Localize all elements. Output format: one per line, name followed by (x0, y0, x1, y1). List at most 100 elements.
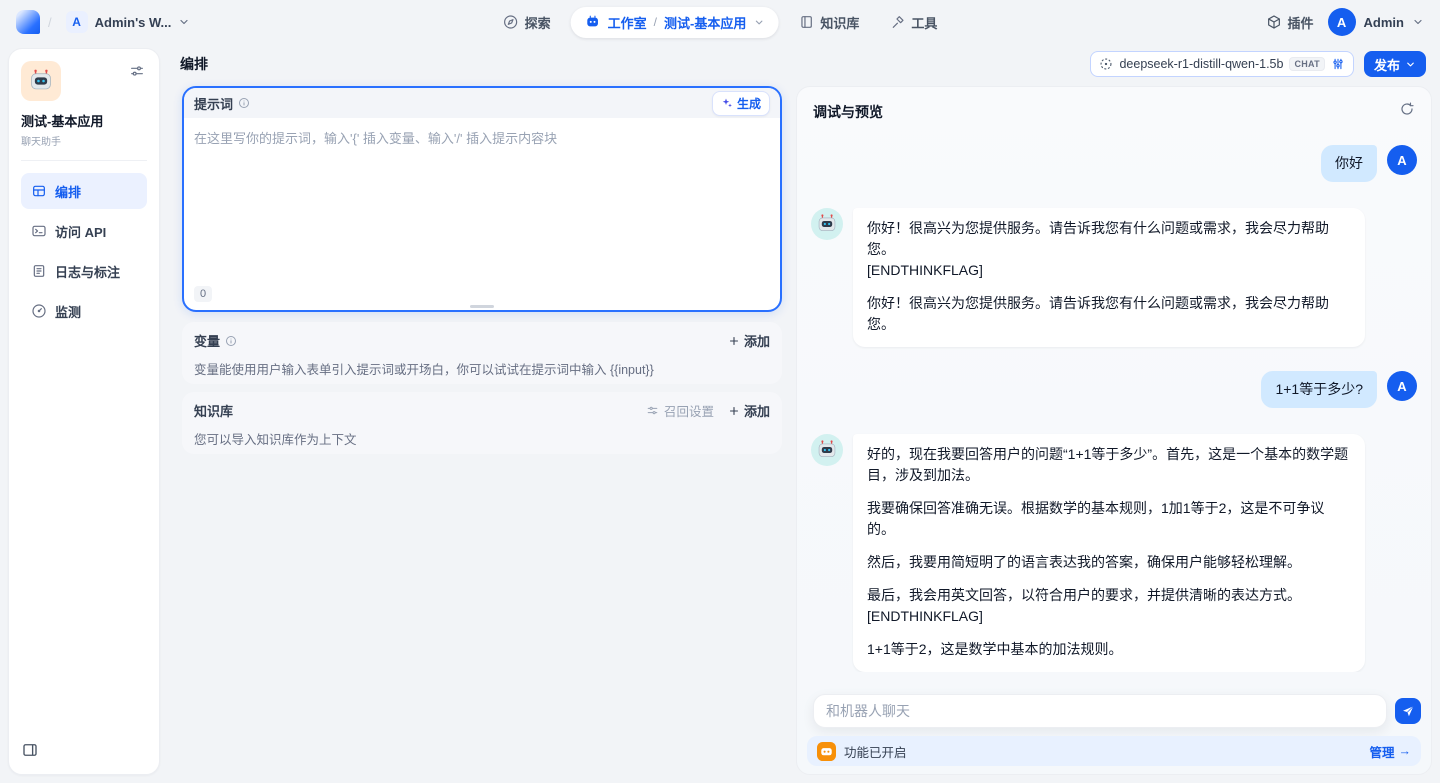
user-name: Admin (1364, 15, 1404, 30)
sidebar-item-monitoring[interactable]: 监测 (21, 293, 147, 329)
nav-item-tools[interactable]: 工具 (879, 7, 947, 38)
nav-current-app-label: 测试-基本应用 (664, 13, 746, 32)
sidebar-item-label: 日志与标注 (55, 262, 120, 281)
user-avatar: A (1387, 145, 1417, 175)
generate-label: 生成 (737, 95, 761, 112)
variables-actions: 添加 (728, 331, 770, 350)
dify-logo[interactable] (16, 10, 40, 34)
chat-input[interactable] (813, 694, 1387, 728)
manage-features-link[interactable]: 管理 → (1369, 742, 1411, 761)
sidebar-item-api[interactable]: 访问 API (21, 213, 147, 249)
nav-item-studio-active[interactable]: 工作室 / 测试-基本应用 (571, 7, 779, 38)
add-knowledge-label: 添加 (744, 401, 770, 420)
collapse-sidebar-button[interactable] (21, 741, 39, 764)
explore-compass-icon (503, 14, 519, 30)
debug-preview-panel: 调试与预览 你好 A 你好！很高兴为您提供服务。请告诉我您有什么问题或需求，我会… (796, 86, 1432, 775)
recall-settings-button[interactable]: 召回设置 (646, 401, 714, 420)
knowledge-section: 知识库 召回设置 添加 您可以导入知识库作为上下文 (182, 392, 782, 454)
debug-header: 调试与预览 (797, 87, 1431, 128)
account-menu[interactable]: A Admin (1328, 8, 1424, 36)
nav-item-knowledge[interactable]: 知识库 (788, 7, 869, 38)
variables-section: 变量 添加 变量能使用用户输入表单引入提示词或开场白，你可以试试在提示词中输入 … (182, 322, 782, 384)
send-button[interactable] (1395, 698, 1421, 724)
robot-face-icon (816, 439, 838, 461)
main-navigation: 探索 工作室 / 测试-基本应用 知识库 工具 (493, 0, 948, 44)
topbar-right: 插件 A Admin (1266, 8, 1424, 36)
book-icon (798, 14, 814, 30)
top-navbar: / A Admin's W... 探索 工作室 / 测试-基本应用 知识库 (0, 0, 1440, 44)
sidebar-item-label: 编排 (55, 182, 81, 201)
prompt-panel: 提示词 生成 0 (182, 86, 782, 312)
prompt-panel-header: 提示词 生成 (184, 88, 780, 118)
chevron-down-icon[interactable] (753, 17, 764, 28)
model-selector[interactable]: deepseek-r1-distill-qwen-1.5b CHAT (1090, 51, 1354, 77)
add-variable-label: 添加 (744, 331, 770, 350)
resize-drag-handle[interactable] (470, 305, 494, 308)
sidebar-item-logs[interactable]: 日志与标注 (21, 253, 147, 289)
nav-knowledge-label: 知识库 (820, 13, 859, 32)
app-page: / A Admin's W... 探索 工作室 / 测试-基本应用 知识库 (0, 0, 1440, 783)
bot-avatar (811, 208, 843, 240)
bot-avatar (811, 434, 843, 466)
refresh-icon (1399, 101, 1415, 117)
nav-item-explore[interactable]: 探索 (493, 7, 561, 38)
app-subtitle: 聊天助手 (21, 133, 147, 148)
sidebar-item-label: 监测 (55, 302, 81, 321)
log-document-icon (31, 263, 47, 279)
assistant-paragraph: 你好！很高兴为您提供服务。请告诉我您有什么问题或需求，我会尽力帮助您。 [END… (867, 218, 1351, 281)
sidebar-divider (21, 160, 147, 161)
sidebar-item-label: 访问 API (55, 222, 106, 241)
generate-button[interactable]: 生成 (712, 91, 770, 116)
robot-face-icon (816, 213, 838, 235)
sidebar-item-orchestrate[interactable]: 编排 (21, 173, 147, 209)
variables-header: 变量 添加 (194, 331, 770, 350)
assistant-message-bubble: 好的，现在我要回答用户的问题“1+1等于多少”。首先，这是一个基本的数学题目，涉… (853, 434, 1365, 672)
header-actions: deepseek-r1-distill-qwen-1.5b CHAT 发布 (1090, 51, 1426, 77)
app-robot-icon[interactable] (21, 61, 61, 101)
knowledge-description: 您可以导入知识库作为上下文 (194, 429, 770, 448)
app-sidebar: 测试-基本应用 聊天助手 编排 访问 API 日志与标注 监测 (8, 48, 160, 775)
plugins-button[interactable]: 插件 (1266, 13, 1314, 32)
breadcrumb-separator: / (48, 15, 52, 30)
knowledge-header: 知识库 召回设置 添加 (194, 401, 770, 420)
workspace-selector[interactable]: A Admin's W... (60, 7, 197, 37)
user-avatar: A (1328, 8, 1356, 36)
add-knowledge-button[interactable]: 添加 (728, 401, 770, 420)
orchestrate-header: 编排 deepseek-r1-distill-qwen-1.5b CHAT 发布 (176, 50, 1426, 78)
assistant-paragraph: 然后，我要用简短明了的语言表达我的答案，确保用户能够轻松理解。 (867, 552, 1351, 573)
debug-title: 调试与预览 (813, 102, 883, 122)
info-icon (225, 335, 237, 347)
nav-tools-label: 工具 (911, 13, 937, 32)
publish-button[interactable]: 发布 (1364, 51, 1426, 77)
user-avatar: A (1387, 371, 1417, 401)
model-tune-icon[interactable] (1331, 57, 1345, 71)
chevron-down-icon (178, 16, 190, 28)
publish-label: 发布 (1374, 55, 1400, 74)
nav-studio-label: 工作室 (608, 13, 647, 32)
prompt-char-counter: 0 (194, 286, 212, 302)
layout-grid-icon (31, 183, 47, 199)
add-variable-button[interactable]: 添加 (728, 331, 770, 350)
model-icon (1099, 57, 1113, 71)
chat-message-assistant: 你好！很高兴为您提供服务。请告诉我您有什么问题或需求，我会尽力帮助您。 [END… (811, 208, 1417, 347)
chat-message-list: 你好 A 你好！很高兴为您提供服务。请告诉我您有什么问题或需求，我会尽力帮助您。… (797, 131, 1431, 672)
assistant-paragraph: 好的，现在我要回答用户的问题“1+1等于多少”。首先，这是一个基本的数学题目，涉… (867, 444, 1351, 486)
nav-explore-label: 探索 (525, 13, 551, 32)
hammer-tool-icon (889, 14, 905, 30)
recall-settings-label: 召回设置 (664, 401, 714, 420)
chevron-down-icon (1412, 16, 1424, 28)
restart-conversation-button[interactable] (1399, 101, 1415, 122)
model-name: deepseek-r1-distill-qwen-1.5b (1119, 57, 1283, 71)
app-settings-button[interactable] (127, 61, 147, 86)
terminal-icon (31, 223, 47, 239)
prompt-textarea[interactable] (184, 118, 780, 268)
nav-pill-separator: / (654, 15, 657, 29)
variables-description: 变量能使用用户输入表单引入提示词或开场白，你可以试试在提示词中输入 {{inpu… (194, 359, 770, 378)
workspace-name: Admin's W... (95, 15, 172, 30)
chat-input-row (813, 694, 1421, 728)
sliders-icon (129, 63, 145, 79)
chevron-down-icon (1405, 59, 1416, 70)
manage-label: 管理 (1369, 742, 1394, 761)
sparkle-icon (721, 97, 733, 109)
app-header (21, 61, 147, 101)
